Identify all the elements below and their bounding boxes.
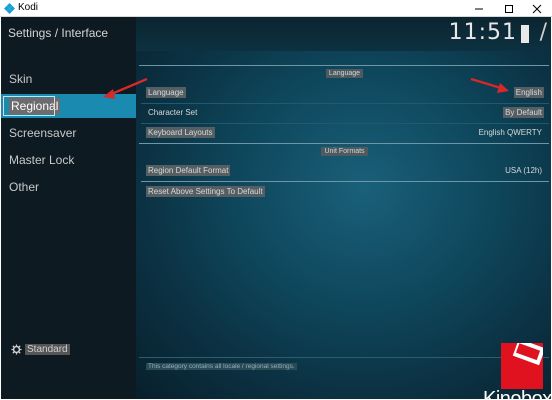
- setting-value-text: USA (12h): [505, 166, 542, 175]
- setting-label: Region Default Format: [146, 163, 231, 179]
- maximize-icon: [505, 4, 513, 13]
- setting-label-text: Language: [146, 87, 186, 98]
- setting-label-text: Region Default Format: [146, 165, 231, 176]
- settings-level-button[interactable]: Standard: [11, 344, 70, 355]
- section-divider: [139, 143, 549, 144]
- clock: 11:51: [448, 20, 517, 45]
- gear-icon: [11, 344, 22, 355]
- watermark-text: Kinobox: [483, 388, 551, 399]
- sidebar-item-label: Other: [9, 180, 40, 194]
- header-strip: 11:51 /: [136, 17, 551, 51]
- row-divider: [141, 103, 549, 104]
- row-divider: [141, 123, 549, 124]
- section-divider: [139, 65, 549, 66]
- setting-value: English: [513, 85, 544, 101]
- sidebar-item-label: Skin: [9, 72, 33, 86]
- kodi-logo-icon: [4, 3, 15, 14]
- setting-value-text: English: [513, 87, 544, 98]
- minimize-icon: [475, 8, 483, 9]
- setting-value-text: English QWERTY: [478, 128, 542, 137]
- settings-level-label: Standard: [25, 344, 70, 355]
- setting-label: Character Set: [146, 105, 199, 121]
- setting-label: Language: [146, 85, 186, 101]
- section-divider: [141, 181, 549, 182]
- kinobox-logo-icon: [501, 343, 543, 389]
- setting-value: USA (12h): [503, 163, 544, 179]
- setting-label-text: Reset Above Settings To Default: [146, 186, 265, 197]
- section-title: Unit Formats: [321, 147, 368, 156]
- sidebar-item-label: Screensaver: [9, 126, 77, 140]
- clock-tail-glyph: /: [539, 20, 547, 45]
- window-titlebar: Kodi: [0, 0, 552, 17]
- setting-label-text: Character Set: [148, 108, 198, 117]
- category-description-text: This category contains all locale / regi…: [146, 363, 297, 370]
- sidebar-item-screensaver[interactable]: Screensaver: [1, 121, 136, 145]
- sidebar-item-other[interactable]: Other: [1, 175, 136, 199]
- setting-row-keyboard-layouts[interactable]: Keyboard Layouts English QWERTY: [146, 125, 544, 141]
- annotation-arrow-sidebar: [103, 77, 148, 99]
- breadcrumb: Settings / Interface: [8, 26, 109, 40]
- setting-label-text: Keyboard Layouts: [146, 127, 215, 138]
- setting-value: By Default: [503, 105, 544, 121]
- annotation-arrow-language: [470, 77, 509, 93]
- maximize-button[interactable]: [494, 0, 524, 17]
- section-title: Language: [325, 69, 364, 78]
- close-button[interactable]: [522, 0, 552, 17]
- kodi-app: 11:51 / Settings / Interface Skin Region…: [1, 17, 551, 399]
- setting-value-text: By Default: [503, 107, 544, 118]
- setting-label: Reset Above Settings To Default: [146, 184, 265, 200]
- setting-value: English QWERTY: [477, 125, 544, 141]
- footer-divider: [139, 357, 549, 358]
- setting-row-character-set[interactable]: Character Set By Default: [146, 105, 544, 121]
- minimize-button[interactable]: [464, 0, 494, 17]
- close-icon: [532, 4, 542, 13]
- selection-frame: [3, 96, 55, 116]
- window-title: Kodi: [18, 2, 39, 13]
- category-description: This category contains all locale / regi…: [146, 363, 297, 370]
- sidebar-item-label: Master Lock: [9, 153, 75, 167]
- setting-label: Keyboard Layouts: [146, 125, 215, 141]
- setting-row-reset-defaults[interactable]: Reset Above Settings To Default: [146, 184, 544, 200]
- sidebar-item-master-lock[interactable]: Master Lock: [1, 148, 136, 172]
- clock-bar-glyph: [521, 25, 529, 43]
- section-header-unit-formats: Unit Formats: [146, 145, 543, 159]
- setting-row-region-default-format[interactable]: Region Default Format USA (12h): [146, 163, 544, 179]
